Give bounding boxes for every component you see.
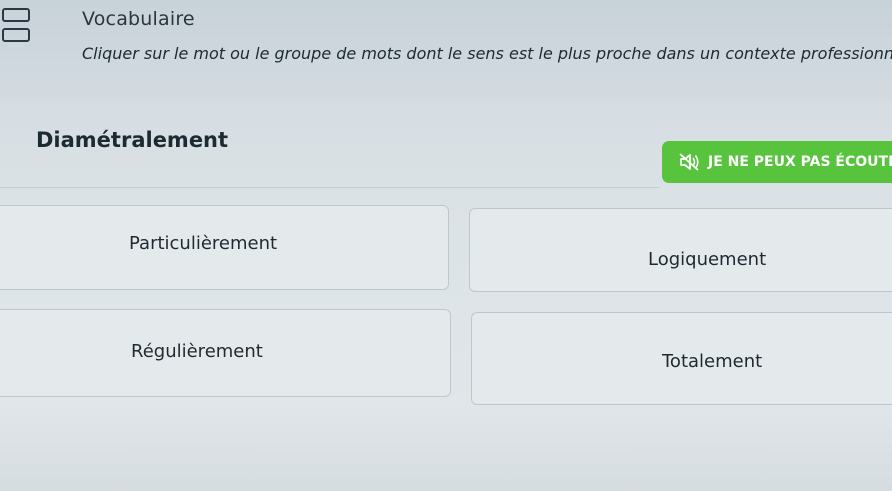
answer-option-label: Particulièrement (129, 233, 278, 254)
answer-option-label: Totalement (662, 351, 763, 372)
grid-squares-icon (0, 8, 40, 48)
speaker-muted-icon (679, 153, 699, 171)
cannot-listen-button[interactable]: JE NE PEUX PAS ÉCOUTER (662, 141, 892, 183)
answer-option-regulierement[interactable]: Régulièrement (0, 309, 451, 397)
bottom-area (0, 405, 892, 491)
answer-option-label: Logiquement (648, 249, 767, 270)
answer-option-label: Régulièrement (131, 341, 263, 362)
instruction-text: Cliquer sur le mot ou le groupe de mots … (82, 44, 892, 63)
divider (0, 187, 660, 188)
question-word: Diamétralement (36, 128, 229, 152)
answer-option-totalement[interactable]: Totalement (471, 312, 892, 405)
cannot-listen-label: JE NE PEUX PAS ÉCOUTER (708, 154, 892, 170)
section-title: Vocabulaire (82, 8, 195, 30)
answer-option-particulierement[interactable]: Particulièrement (0, 205, 449, 290)
answer-option-logiquement[interactable]: Logiquement (469, 208, 892, 292)
